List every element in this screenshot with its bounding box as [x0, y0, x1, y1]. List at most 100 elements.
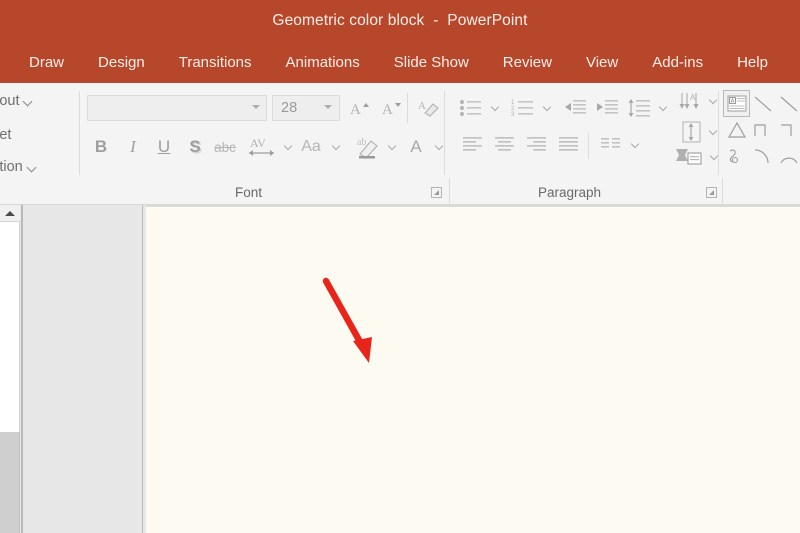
- shape-connector-elbow[interactable]: [750, 117, 775, 142]
- increase-font-size-button[interactable]: A: [346, 95, 374, 121]
- text-highlight-button[interactable]: ab: [352, 133, 384, 161]
- character-spacing-button[interactable]: AV: [244, 133, 280, 161]
- justify-button[interactable]: [554, 131, 584, 159]
- group-divider: [79, 91, 80, 175]
- font-size-input[interactable]: 28: [272, 95, 340, 121]
- arc-icon: [754, 148, 769, 163]
- tab-view[interactable]: View: [569, 41, 635, 83]
- align-right-icon: [527, 137, 546, 151]
- slide-thumbnail-pane[interactable]: [23, 205, 143, 533]
- bullets-button[interactable]: [456, 95, 486, 121]
- paragraph-group-label: Paragraph: [538, 185, 602, 200]
- chevron-down-icon: [24, 97, 33, 106]
- italic-button[interactable]: I: [120, 133, 146, 161]
- decrease-indent-icon: [565, 100, 586, 114]
- scroll-up-arrow-icon[interactable]: [0, 205, 20, 222]
- group-divider: [722, 178, 723, 204]
- thumbnail-pane-scrollbar[interactable]: [0, 205, 20, 533]
- chevron-down-icon: [324, 105, 332, 113]
- line-spacing-button[interactable]: [624, 95, 654, 121]
- font-name-input[interactable]: [87, 95, 267, 121]
- reset-button[interactable]: eset: [0, 127, 11, 143]
- columns-dropdown[interactable]: [628, 131, 642, 159]
- shape-arc[interactable]: [750, 143, 775, 168]
- layout-button[interactable]: ayout: [0, 93, 33, 109]
- slide-canvas[interactable]: End: [146, 207, 800, 533]
- ribbon-tab-bar: Draw Design Transitions Animations Slide…: [0, 41, 800, 83]
- elbow-connector-icon: [753, 123, 766, 136]
- text-highlight-dropdown[interactable]: [385, 133, 399, 161]
- increase-indent-button[interactable]: [592, 95, 622, 121]
- powerpoint-window: Geometric color block - PowerPoint Draw …: [0, 0, 800, 533]
- strikethrough-button[interactable]: abc: [212, 133, 238, 161]
- tab-transitions[interactable]: Transitions: [162, 41, 269, 83]
- shape-line-2[interactable]: [776, 91, 800, 116]
- decrease-indent-button[interactable]: [560, 95, 590, 121]
- underline-button[interactable]: U: [151, 133, 177, 161]
- shape-scribble[interactable]: [724, 143, 749, 168]
- line-icon: [780, 96, 797, 111]
- section-label: ection: [0, 159, 23, 175]
- bullets-dropdown[interactable]: [488, 95, 502, 121]
- shape-arc-2[interactable]: [776, 143, 800, 168]
- increase-font-size-icon: A: [350, 102, 369, 118]
- svg-text:A: A: [382, 102, 393, 118]
- ribbon-tabs: Draw Design Transitions Animations Slide…: [0, 41, 785, 83]
- shape-connector-elbow-2[interactable]: [776, 117, 800, 142]
- decrease-font-size-button[interactable]: A: [378, 95, 406, 121]
- svg-text:AV: AV: [250, 136, 266, 150]
- paragraph-group: 1 2 3 A: [450, 83, 720, 183]
- shapes-gallery: A: [722, 83, 800, 183]
- annotation-arrow: [320, 275, 390, 375]
- line-spacing-dropdown[interactable]: [656, 95, 670, 121]
- window-title: Geometric color block - PowerPoint: [272, 11, 528, 29]
- chevron-down-icon: [252, 105, 260, 113]
- font-group: 28 A A A B I U S abc AV Aa ab A: [82, 83, 442, 183]
- tab-slide-show[interactable]: Slide Show: [377, 41, 486, 83]
- paragraph-dialog-launcher[interactable]: [706, 187, 717, 198]
- group-divider: [444, 91, 445, 175]
- svg-text:A: A: [418, 100, 426, 112]
- group-divider: [407, 93, 408, 123]
- scribble-icon: [729, 148, 738, 163]
- shape-triangle[interactable]: [724, 117, 749, 142]
- scrollbar-thumb[interactable]: [0, 222, 20, 432]
- change-case-dropdown[interactable]: [329, 133, 343, 161]
- svg-text:A: A: [690, 93, 696, 102]
- convert-to-smartart-button[interactable]: [672, 143, 706, 171]
- tab-help[interactable]: Help: [720, 41, 785, 83]
- tab-add-ins[interactable]: Add-ins: [635, 41, 720, 83]
- arc-icon: [779, 157, 798, 163]
- group-divider: [449, 178, 450, 204]
- group-divider: [718, 91, 719, 175]
- text-direction-button[interactable]: A: [676, 89, 706, 113]
- font-dialog-launcher[interactable]: [431, 187, 442, 198]
- numbering-button[interactable]: 1 2 3: [508, 95, 538, 121]
- tab-design[interactable]: Design: [81, 41, 162, 83]
- align-left-button[interactable]: [458, 131, 488, 159]
- numbering-dropdown[interactable]: [540, 95, 554, 121]
- shape-line[interactable]: [750, 91, 775, 116]
- reset-label: eset: [0, 127, 12, 143]
- text-shadow-button[interactable]: S: [182, 133, 208, 161]
- tab-animations[interactable]: Animations: [269, 41, 377, 83]
- align-right-button[interactable]: [522, 131, 552, 159]
- columns-button[interactable]: [596, 131, 626, 159]
- character-spacing-dropdown[interactable]: [281, 133, 295, 161]
- title-bar: Geometric color block - PowerPoint: [0, 0, 800, 41]
- bold-button[interactable]: B: [88, 133, 114, 161]
- tab-review[interactable]: Review: [486, 41, 569, 83]
- tab-draw[interactable]: Draw: [12, 41, 81, 83]
- shape-text-box[interactable]: A: [723, 90, 750, 117]
- highlighter-icon: ab: [357, 137, 378, 159]
- clear-formatting-button[interactable]: A: [415, 95, 443, 121]
- section-button[interactable]: ection: [0, 159, 37, 175]
- increase-indent-icon: [597, 100, 618, 114]
- font-color-button[interactable]: A: [402, 133, 430, 161]
- change-case-button[interactable]: Aa: [294, 133, 328, 161]
- align-text-button[interactable]: [678, 119, 706, 145]
- align-center-button[interactable]: [490, 131, 520, 159]
- numbered-list-icon: 1 2 3: [511, 100, 533, 118]
- smartart-icon: [676, 149, 702, 165]
- text-direction-icon: A: [679, 93, 699, 109]
